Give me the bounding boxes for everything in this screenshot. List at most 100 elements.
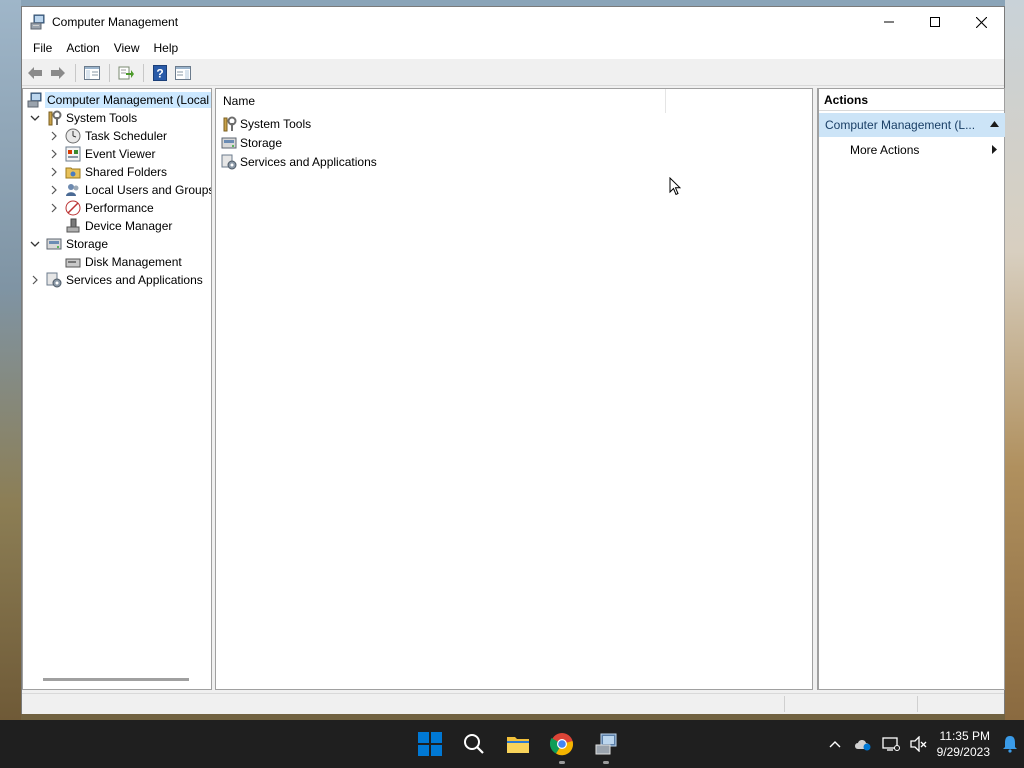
close-icon bbox=[975, 16, 987, 28]
tree-item-performance[interactable]: Performance bbox=[48, 199, 154, 217]
chevron-right-icon[interactable] bbox=[48, 202, 60, 214]
chevron-down-icon[interactable] bbox=[29, 238, 41, 250]
actions-header: Actions bbox=[819, 89, 1004, 111]
clock-date: 9/29/2023 bbox=[936, 745, 990, 759]
menu-view[interactable]: View bbox=[107, 41, 147, 55]
chevron-right-icon[interactable] bbox=[29, 274, 41, 286]
close-button[interactable] bbox=[958, 7, 1004, 37]
chevron-down-icon[interactable] bbox=[29, 112, 41, 124]
svg-text:?: ? bbox=[156, 66, 163, 80]
actions-section-label: Computer Management (L... bbox=[825, 118, 976, 132]
chevron-right-icon[interactable] bbox=[48, 148, 60, 160]
chrome-button[interactable] bbox=[540, 720, 584, 768]
minimize-button[interactable] bbox=[866, 7, 912, 37]
help-button[interactable]: ? bbox=[149, 63, 171, 83]
toolbar-separator bbox=[109, 63, 110, 82]
name-column-header[interactable]: Name bbox=[216, 89, 666, 113]
show-hide-action-pane-button[interactable] bbox=[172, 63, 194, 83]
tree-item-local-users-groups[interactable]: Local Users and Groups bbox=[48, 181, 211, 199]
forward-button[interactable] bbox=[47, 63, 69, 83]
tree-label: Event Viewer bbox=[85, 147, 156, 161]
console-tree-pane[interactable]: Computer Management (Local System Tools … bbox=[22, 88, 212, 690]
export-list-button[interactable] bbox=[115, 63, 137, 83]
actions-section-computer-management[interactable]: Computer Management (L... bbox=[819, 113, 1005, 137]
notifications-button[interactable] bbox=[996, 720, 1024, 768]
actions-title: Actions bbox=[824, 92, 869, 107]
maximize-button[interactable] bbox=[912, 7, 958, 37]
computer-management-taskbar-button[interactable] bbox=[584, 720, 628, 768]
network-icon bbox=[881, 737, 900, 751]
storage-icon bbox=[46, 238, 62, 250]
column-label: Name bbox=[223, 94, 256, 108]
network-tray-icon[interactable] bbox=[877, 720, 905, 768]
action-pane-icon bbox=[175, 65, 191, 80]
system-tools-icon bbox=[223, 116, 237, 132]
tree-item-storage[interactable]: Storage bbox=[29, 235, 108, 253]
desktop-wallpaper-right bbox=[1005, 0, 1024, 720]
computer-management-icon bbox=[30, 14, 45, 30]
menu-bar: File Action View Help bbox=[22, 37, 1004, 59]
folder-icon bbox=[507, 737, 529, 753]
tree-label: System Tools bbox=[66, 111, 138, 125]
title-bar[interactable]: Computer Management bbox=[22, 7, 1004, 37]
collapse-arrow-icon[interactable] bbox=[990, 121, 999, 127]
tree-item-task-scheduler[interactable]: Task Scheduler bbox=[48, 127, 167, 145]
system-tools-icon bbox=[48, 110, 62, 126]
chevron-right-icon[interactable] bbox=[48, 166, 60, 178]
clock[interactable]: 11:35 PM 9/29/2023 bbox=[937, 728, 990, 760]
computer-management-icon bbox=[595, 733, 617, 755]
window-title: Computer Management bbox=[52, 15, 179, 29]
bell-icon bbox=[1003, 736, 1017, 753]
tree-item-computer-management[interactable]: Computer Management (Local bbox=[27, 91, 211, 109]
tree-label: Storage bbox=[66, 237, 109, 251]
status-bar bbox=[22, 693, 1004, 714]
services-icon bbox=[221, 154, 237, 170]
horizontal-scrollbar[interactable] bbox=[43, 678, 189, 681]
event-viewer-icon bbox=[65, 146, 81, 162]
chevron-right-icon[interactable] bbox=[48, 184, 60, 196]
status-segment bbox=[784, 696, 785, 712]
show-hide-console-tree-button[interactable] bbox=[81, 63, 103, 83]
onedrive-tray-icon[interactable] bbox=[849, 720, 877, 768]
back-button[interactable] bbox=[24, 63, 46, 83]
tree-item-shared-folders[interactable]: Shared Folders bbox=[48, 163, 167, 181]
taskbar: 11:35 PM 9/29/2023 bbox=[0, 720, 1024, 768]
tree-item-device-manager[interactable]: Device Manager bbox=[65, 217, 172, 235]
search-button[interactable] bbox=[452, 720, 496, 768]
volume-tray-icon[interactable] bbox=[905, 720, 933, 768]
tree-label: Device Manager bbox=[85, 219, 173, 233]
list-item-label: System Tools bbox=[240, 117, 312, 131]
shared-folder-icon bbox=[65, 167, 81, 179]
list-item-storage[interactable]: Storage bbox=[221, 134, 282, 152]
performance-icon bbox=[65, 200, 81, 216]
chevron-up-icon bbox=[829, 741, 841, 748]
chevron-right-icon[interactable] bbox=[48, 130, 60, 142]
storage-icon bbox=[221, 137, 237, 149]
clock-time: 11:35 PM bbox=[939, 729, 990, 743]
list-item-system-tools[interactable]: System Tools bbox=[221, 115, 311, 133]
device-manager-icon bbox=[66, 218, 80, 233]
speaker-muted-icon bbox=[909, 736, 927, 752]
results-pane[interactable]: Name System Tools Storage Services and A… bbox=[215, 88, 813, 690]
tree-item-services-applications[interactable]: Services and Applications bbox=[29, 271, 203, 289]
system-tray: 11:35 PM 9/29/2023 bbox=[821, 720, 1024, 768]
tree-item-event-viewer[interactable]: Event Viewer bbox=[48, 145, 155, 163]
menu-help[interactable]: Help bbox=[147, 41, 186, 55]
menu-action[interactable]: Action bbox=[59, 41, 106, 55]
tree-label: Services and Applications bbox=[66, 273, 203, 287]
menu-file[interactable]: File bbox=[26, 41, 59, 55]
start-button[interactable] bbox=[408, 720, 452, 768]
export-list-icon bbox=[118, 66, 134, 79]
show-hidden-icons-button[interactable] bbox=[821, 720, 849, 768]
list-item-services-applications[interactable]: Services and Applications bbox=[221, 153, 377, 171]
toolbar-separator bbox=[143, 63, 144, 82]
status-segment bbox=[917, 696, 918, 712]
tree-item-disk-management[interactable]: Disk Management bbox=[65, 253, 182, 271]
submenu-arrow-icon bbox=[992, 145, 997, 154]
more-actions-item[interactable]: More Actions bbox=[819, 139, 1005, 161]
tree-label: Task Scheduler bbox=[85, 129, 168, 143]
file-explorer-button[interactable] bbox=[496, 720, 540, 768]
computer-management-window: Computer Management File Action View Hel… bbox=[21, 6, 1005, 714]
minimize-icon bbox=[884, 21, 894, 23]
tree-item-system-tools[interactable]: System Tools bbox=[29, 109, 137, 127]
